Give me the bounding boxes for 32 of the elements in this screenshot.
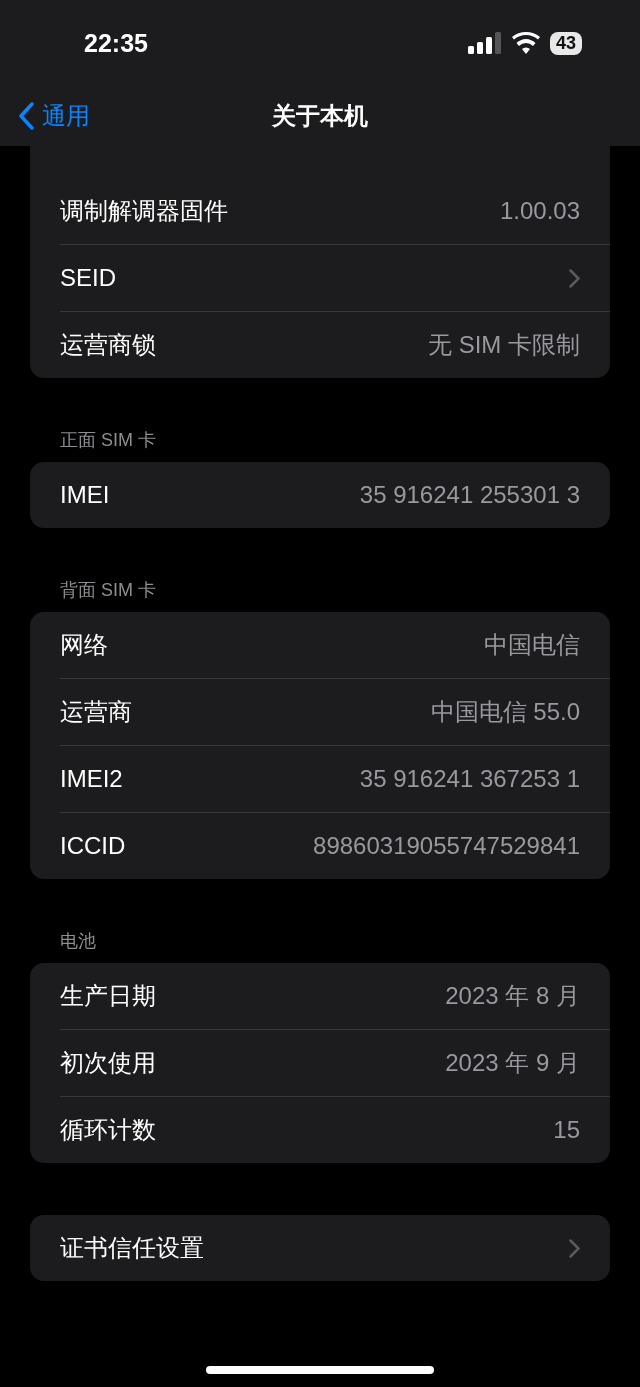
row-value: 中国电信 bbox=[484, 630, 580, 660]
row-label: 调制解调器固件 bbox=[60, 196, 228, 226]
page-title: 关于本机 bbox=[272, 101, 368, 131]
section-header: 正面 SIM 卡 bbox=[60, 429, 157, 452]
wifi-icon bbox=[511, 32, 540, 54]
row-label: IMEI2 bbox=[60, 765, 123, 793]
row-value: 15 bbox=[553, 1116, 580, 1144]
row-label: IMEI bbox=[60, 481, 110, 509]
row-value: 中国电信 55.0 bbox=[430, 697, 580, 727]
row-value: 35 916241 367253 1 bbox=[359, 765, 580, 793]
row-label: 循环计数 bbox=[60, 1115, 156, 1145]
section-header: 背面 SIM 卡 bbox=[60, 579, 157, 602]
back-chevron-icon bbox=[18, 102, 34, 130]
row-label: 运营商锁 bbox=[60, 330, 156, 360]
back-button[interactable]: 通用 bbox=[18, 100, 90, 132]
row-label: 运营商 bbox=[60, 697, 132, 727]
row-label: 网络 bbox=[60, 630, 108, 660]
row-label[interactable]: SEID bbox=[60, 264, 116, 292]
row-label: ICCID bbox=[60, 832, 126, 860]
signal-icon bbox=[467, 32, 502, 54]
row-value: 1.00.03 bbox=[499, 197, 580, 225]
battery-icon: 43 bbox=[549, 31, 582, 55]
status-time: 22:35 bbox=[84, 28, 148, 58]
row-label: 初次使用 bbox=[60, 1048, 156, 1078]
row-value: 2023 年 9 月 bbox=[445, 1048, 580, 1078]
row-value: 无 SIM 卡限制 bbox=[428, 330, 580, 360]
row-label[interactable]: 证书信任设置 bbox=[60, 1232, 204, 1264]
row-value: 2023 年 8 月 bbox=[445, 981, 580, 1011]
section-header: 电池 bbox=[60, 930, 97, 953]
row-value: 35 916241 255301 3 bbox=[359, 481, 580, 509]
row-label: 生产日期 bbox=[60, 981, 156, 1011]
row-value: 89860319055747529841 bbox=[313, 832, 580, 860]
